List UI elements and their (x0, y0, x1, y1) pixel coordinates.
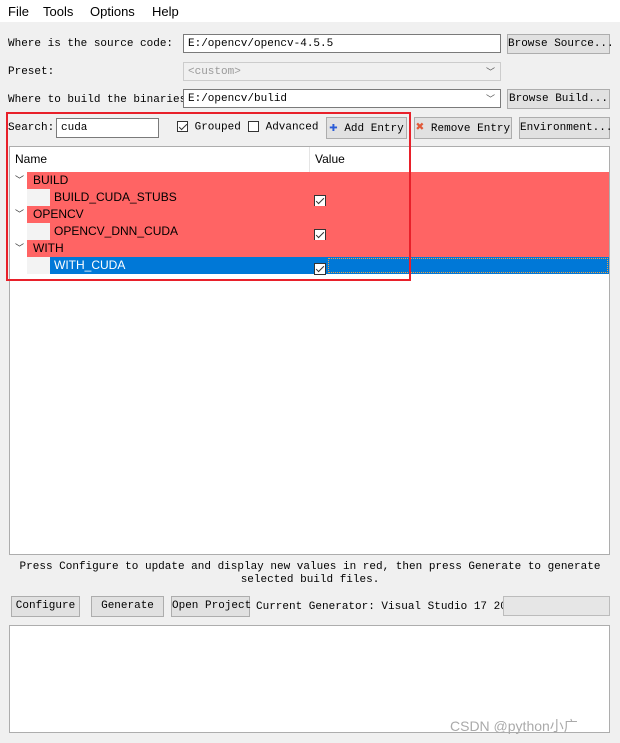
configure-button[interactable]: Configure (11, 596, 80, 617)
build-combo[interactable]: E:/opencv/bulid ﹀ (183, 89, 501, 108)
menu-tools[interactable]: Tools (43, 4, 73, 19)
x-icon: ✖ (415, 120, 425, 136)
highlight-box (6, 112, 411, 281)
menu-options[interactable]: Options (90, 4, 135, 19)
menu-bar: File Tools Options Help (0, 0, 620, 22)
watermark: CSDN @python小广 (450, 718, 578, 734)
chevron-down-icon: ﹀ (485, 68, 495, 78)
status-message: Press Configure to update and display ne… (19, 561, 601, 586)
preset-value: <custom> (188, 66, 241, 78)
source-input[interactable]: E:/opencv/opencv-4.5.5 (183, 34, 501, 53)
current-generator: Current Generator: Visual Studio 17 2022 (256, 601, 521, 613)
remove-entry-button[interactable]: ✖ Remove Entry (414, 117, 512, 139)
chevron-down-icon[interactable]: ﹀ (486, 93, 495, 107)
open-project-button[interactable]: Open Project (171, 596, 251, 617)
environment-button[interactable]: Environment... (519, 117, 612, 139)
preset-label: Preset: (8, 66, 55, 78)
progress-bar (503, 596, 610, 616)
menu-help[interactable]: Help (152, 4, 179, 19)
source-label: Where is the source code: (8, 38, 174, 50)
build-label: Where to build the binaries: (8, 94, 193, 106)
browse-source-button[interactable]: Browse Source... (507, 34, 614, 54)
build-value: E:/opencv/bulid (188, 93, 288, 105)
remove-entry-label: Remove Entry (430, 123, 511, 135)
generate-button[interactable]: Generate (91, 596, 164, 617)
preset-combo: <custom> ﹀ (183, 62, 501, 81)
menu-file[interactable]: File (8, 4, 29, 19)
browse-build-button[interactable]: Browse Build... (507, 89, 610, 109)
